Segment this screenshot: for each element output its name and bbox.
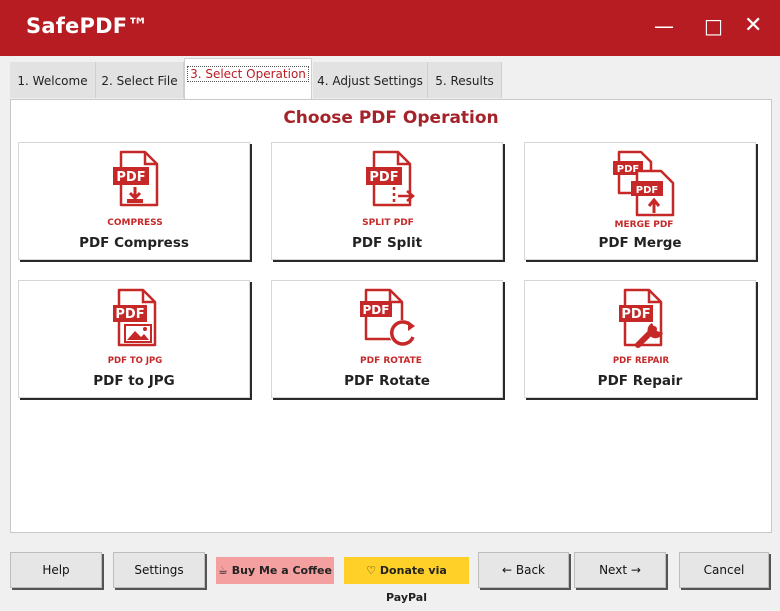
pdf-merge-label: PDF Merge <box>598 235 682 251</box>
pdf-compress-label: PDF Compress <box>79 235 189 251</box>
tab-results[interactable]: 5. Results <box>428 62 502 98</box>
settings-button[interactable]: Settings <box>113 552 205 588</box>
icon-badge: PDF <box>621 307 650 322</box>
pdf-split-icon: PDF SPLIT PDF <box>362 150 415 228</box>
pdf-to-jpg-card[interactable]: PDF PDF TO JPG PDF to JPG <box>18 280 250 398</box>
icon-caption: PDF TO JPG <box>108 356 162 366</box>
pdf-compress-icon: PDF COMPRESS <box>107 150 163 228</box>
page-title: Choose PDF Operation <box>283 108 499 128</box>
pdf-rotate-label: PDF Rotate <box>344 373 430 389</box>
paypal-icon: ♡ <box>366 564 377 577</box>
tab-select-operation-label: 3. Select Operation <box>187 66 309 82</box>
maximize-icon[interactable]: □ <box>704 14 723 38</box>
back-button[interactable]: ← Back <box>478 552 569 588</box>
help-button[interactable]: Help <box>10 552 102 588</box>
tab-select-file[interactable]: 2. Select File <box>96 62 184 98</box>
buy-me-a-coffee-label: Buy Me a Coffee <box>231 564 332 577</box>
close-icon[interactable]: ✕ <box>744 14 762 38</box>
icon-badge: PDF <box>369 170 398 185</box>
tab-adjust-settings[interactable]: 4. Adjust Settings <box>313 62 428 98</box>
pdf-split-card[interactable]: PDF SPLIT PDF PDF Split <box>271 142 503 260</box>
icon-badge: PDF <box>636 185 658 196</box>
buy-me-a-coffee-button[interactable]: ☕ Buy Me a Coffee <box>216 557 334 584</box>
icon-caption: MERGE PDF <box>615 220 674 230</box>
pdf-repair-card[interactable]: PDF PDF REPAIR PDF Repair <box>524 280 756 398</box>
pdf-merge-icon: PDF PDF MERGE PDF <box>613 150 675 230</box>
icon-caption: SPLIT PDF <box>362 218 414 228</box>
donate-paypal-button[interactable]: ♡ Donate via PayPal <box>344 557 469 604</box>
icon-badge: PDF <box>115 307 144 322</box>
cancel-button[interactable]: Cancel <box>679 552 769 588</box>
pdf-repair-icon: PDF PDF REPAIR <box>613 288 670 366</box>
pdf-to-jpg-label: PDF to JPG <box>93 373 175 389</box>
pdf-merge-card[interactable]: PDF PDF MERGE PDF PDF Merge <box>524 142 756 260</box>
icon-badge: PDF <box>363 303 390 317</box>
title-bar: SafePDF™ — □ ✕ <box>0 0 780 56</box>
pdf-compress-card[interactable]: PDF COMPRESS PDF Compress <box>18 142 250 260</box>
tab-select-operation[interactable]: 3. Select Operation <box>184 58 312 100</box>
pdf-repair-label: PDF Repair <box>597 373 683 389</box>
pdf-split-label: PDF Split <box>351 235 423 251</box>
icon-caption: PDF REPAIR <box>613 356 670 366</box>
pdf-rotate-icon: PDF PDF ROTATE <box>360 288 422 366</box>
pdf-rotate-card[interactable]: PDF PDF ROTATE PDF Rotate <box>271 280 503 398</box>
next-button[interactable]: Next → <box>574 552 666 588</box>
app-title: SafePDF™ <box>26 14 149 38</box>
donate-paypal-label: Donate via PayPal <box>379 564 447 604</box>
icon-caption: PDF ROTATE <box>360 356 422 366</box>
coffee-cup-icon: ☕ <box>218 564 228 577</box>
operations-panel: Choose PDF Operation PDF COMPRESS PDF Co… <box>10 99 772 533</box>
minimize-icon[interactable]: — <box>654 14 674 38</box>
tab-welcome[interactable]: 1. Welcome <box>10 62 96 98</box>
icon-caption: COMPRESS <box>107 218 162 228</box>
icon-badge: PDF <box>116 170 145 185</box>
pdf-to-jpg-icon: PDF PDF TO JPG <box>108 288 162 366</box>
